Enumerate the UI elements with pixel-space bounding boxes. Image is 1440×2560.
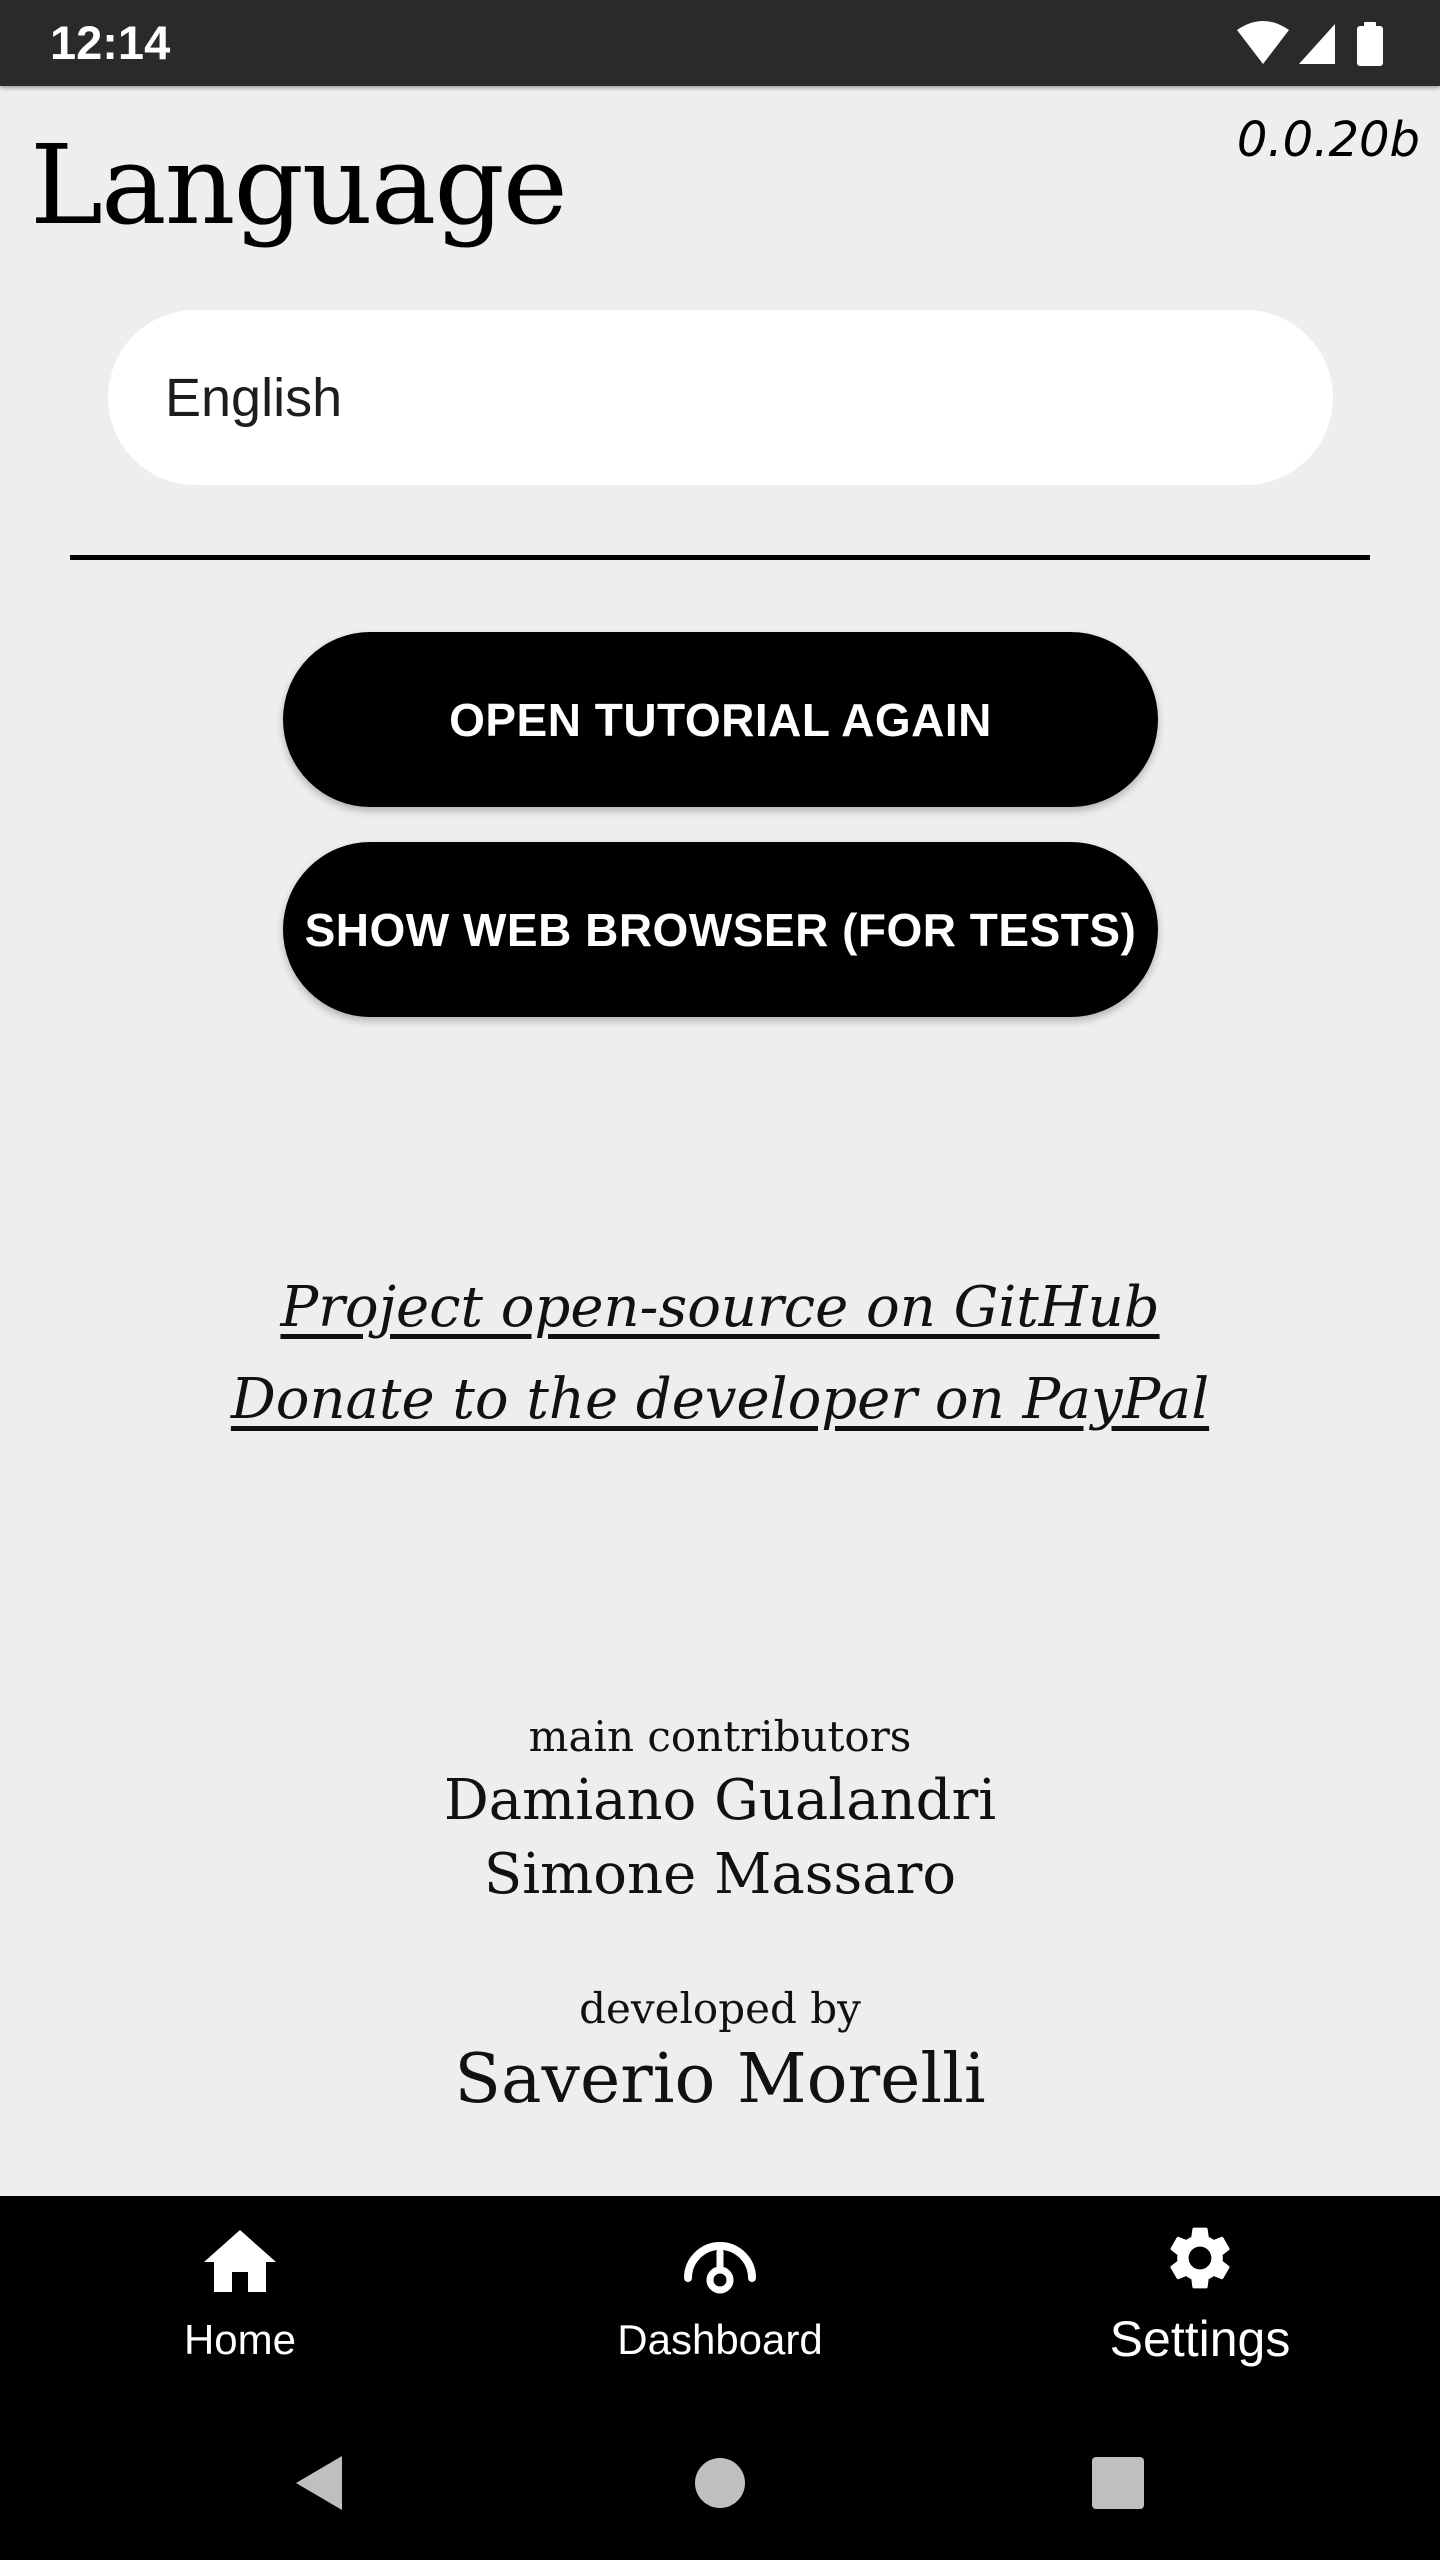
show-web-browser-button[interactable]: SHOW WEB BROWSER (FOR TESTS): [283, 842, 1158, 1017]
home-icon: [204, 2230, 276, 2292]
system-home-button[interactable]: [640, 2406, 800, 2560]
system-navigation-bar: [0, 2406, 1440, 2560]
battery-icon: [1357, 22, 1383, 66]
nav-item-settings[interactable]: Settings: [960, 2196, 1440, 2406]
language-selected-value: English: [165, 367, 343, 428]
status-bar: 12:14: [0, 0, 1440, 86]
contributor-name: Simone Massaro: [483, 1842, 957, 1907]
nav-label-dashboard: Dashboard: [617, 2316, 823, 2363]
show-web-browser-button-label: SHOW WEB BROWSER (FOR TESTS): [304, 903, 1137, 956]
contributor-name: Damiano Gualandri: [443, 1768, 997, 1833]
page-title: Language: [30, 121, 568, 249]
language-dropdown[interactable]: English: [108, 310, 1333, 485]
dashboard-icon: [684, 2242, 756, 2294]
home-circle-icon: [695, 2458, 745, 2508]
nav-label-home: Home: [183, 2316, 297, 2363]
system-back-button[interactable]: [238, 2406, 398, 2560]
wifi-icon: [1237, 21, 1289, 64]
github-link[interactable]: Project open-source on GitHub: [0, 1275, 1440, 1340]
status-icons-svg: [1237, 21, 1383, 66]
developer-label: developed by: [579, 1984, 861, 2033]
system-recents-button[interactable]: [1038, 2406, 1198, 2560]
developer-name: Saverio Morelli: [454, 2040, 986, 2119]
status-time: 12:14: [50, 16, 171, 69]
gear-icon: [1170, 2227, 1230, 2289]
recents-icon: [1092, 2457, 1144, 2509]
nav-item-home[interactable]: Home: [0, 2196, 480, 2406]
section-divider: [70, 555, 1370, 560]
bottom-navigation: Home Dashboard Settings: [0, 2196, 1440, 2406]
open-tutorial-button[interactable]: OPEN TUTORIAL AGAIN: [283, 632, 1158, 807]
back-icon: [296, 2456, 342, 2510]
open-tutorial-button-label: OPEN TUTORIAL AGAIN: [449, 693, 992, 746]
nav-item-dashboard[interactable]: Dashboard: [480, 2196, 960, 2406]
nav-label-settings: Settings: [1109, 2311, 1291, 2367]
status-icons: [1235, 18, 1400, 68]
contributors-label: main contributors: [528, 1712, 912, 1761]
paypal-donate-link[interactable]: Donate to the developer on PayPal: [0, 1367, 1440, 1432]
version-label: 0.0.20b: [1236, 112, 1420, 168]
